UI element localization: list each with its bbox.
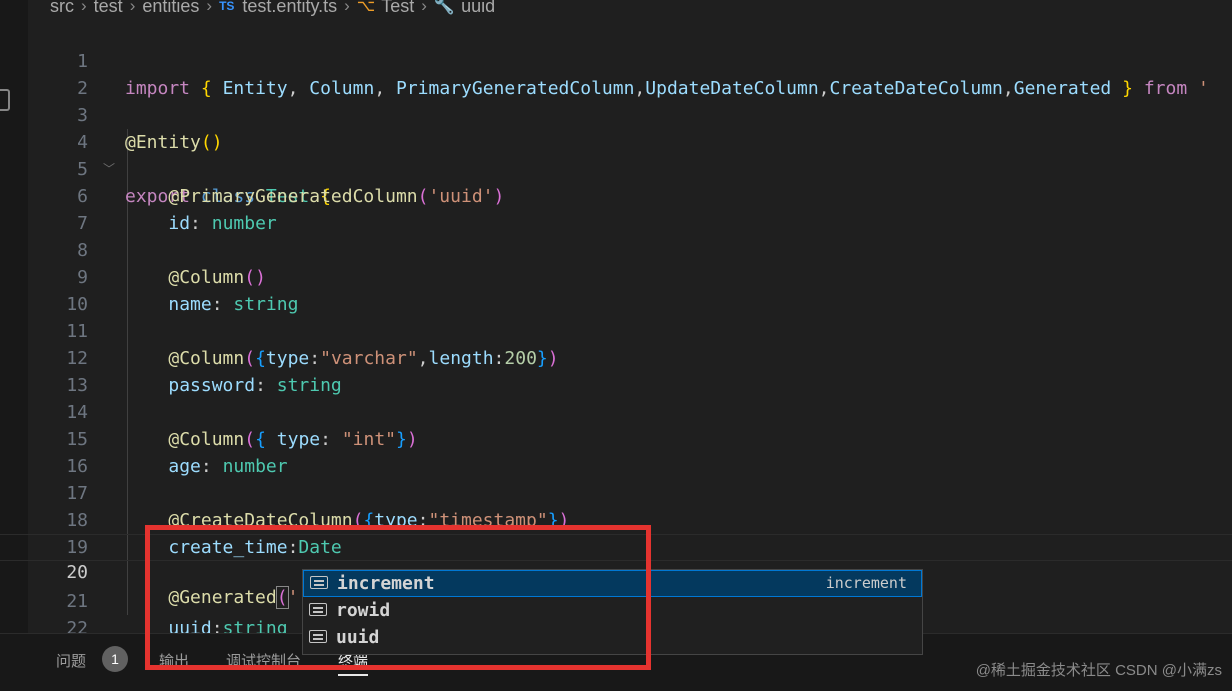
breadcrumb-entities[interactable]: entities [142,0,199,17]
code-line: 3 @Entity() [0,75,1232,153]
code-line: 9 name: string [0,237,1232,315]
typescript-icon: TS [219,0,235,13]
chevron-right-icon: › [81,0,87,15]
property-wrench-icon: 🔧 [433,0,456,15]
problems-count-badge: 1 [102,646,128,672]
code-line: 11 @Column({type:"varchar",length:200}) [0,291,1232,369]
code-line: 18 create_time:Date [0,480,1232,558]
code-line: 8 @Column() [0,210,1232,288]
code-line: 4 ﹀ export class Test { [0,102,1232,207]
code-line: 7 [0,183,1232,234]
suggestion-detail: increment [825,574,907,592]
line-number: 22 [66,618,88,633]
breadcrumb-src[interactable]: src [50,0,74,17]
class-icon: ⌥ [356,0,376,15]
breadcrumb-test[interactable]: test [94,0,123,17]
code-line: 13 [0,345,1232,396]
code-line: 16 [0,426,1232,477]
watermark: @稀土掘金技术社区 CSDN @小满zs [976,659,1222,680]
code-line: 15 age: number [0,399,1232,477]
breadcrumb: src › test › entities › TS test.entity.t… [50,0,495,18]
breadcrumb-file[interactable]: test.entity.ts [242,0,337,17]
code-line: 1 import { Entity, Column, PrimaryGenera… [0,21,1232,99]
chevron-right-icon: › [421,0,427,15]
chevron-right-icon: › [206,0,213,15]
breadcrumb-property[interactable]: uuid [461,0,495,17]
code-line: 2 [0,48,1232,99]
code-line: 17 @CreateDateColumn({type:"timestamp"}) [0,453,1232,531]
breadcrumb-class[interactable]: Test [381,0,414,17]
tab-problems[interactable]: 问题 [56,650,86,671]
code-line: 6 id: number [0,156,1232,234]
chevron-right-icon: › [344,0,350,15]
watermark-text: @稀土掘金技术社区 [975,662,1111,679]
code-line: 12 password: string [0,318,1232,396]
code-line: 10 [0,264,1232,315]
code-line: 14 @Column({ type: "int"}) [0,372,1232,450]
chevron-right-icon: › [129,0,136,15]
annotation-highlight-box [145,525,651,670]
watermark-csdn: CSDN @小满zs [1115,662,1222,679]
code-line: 5 @PrimaryGeneratedColumn('uuid') [0,129,1232,207]
